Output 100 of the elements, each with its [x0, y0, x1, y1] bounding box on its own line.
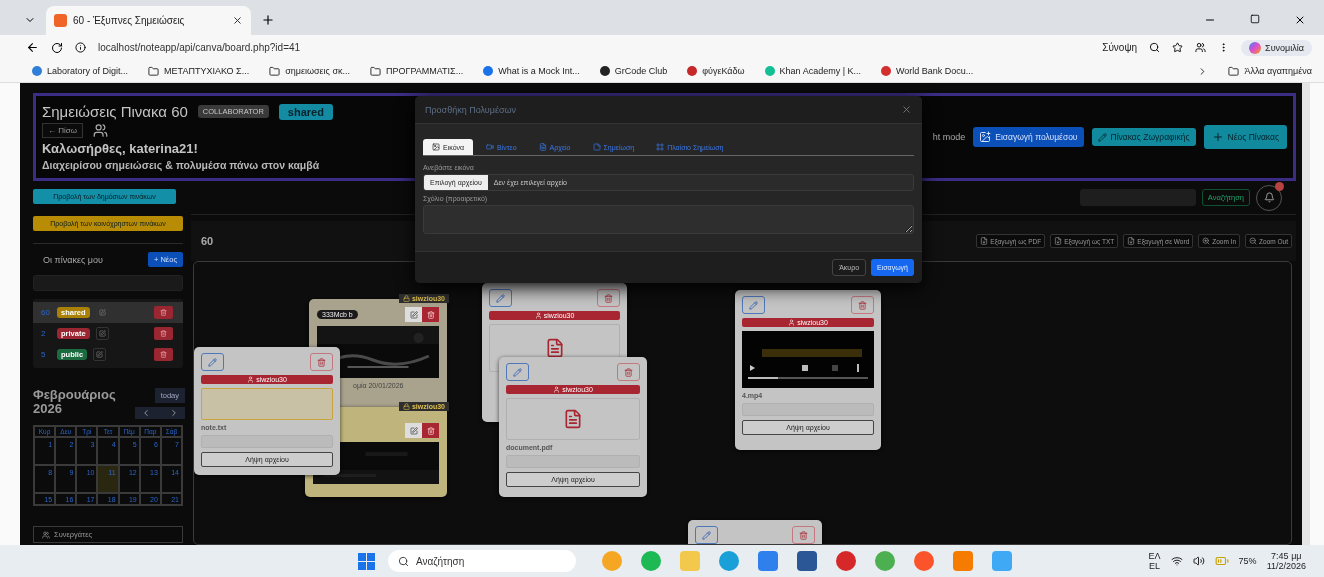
lock-icon	[402, 403, 410, 410]
user-icon	[247, 376, 255, 383]
pdf-icon	[563, 409, 583, 429]
delete-button[interactable]	[851, 296, 874, 314]
start-icon[interactable]	[358, 552, 375, 570]
lock-icon	[402, 295, 410, 302]
edit-icon	[409, 310, 418, 319]
edit-button[interactable]	[95, 327, 109, 340]
delete-button[interactable]	[422, 307, 439, 322]
edit-button[interactable]	[742, 296, 765, 314]
board-title: Σημειώσεις Πινακα 60	[42, 103, 188, 120]
bookmark[interactable]: What is a Mock Int...	[483, 66, 580, 76]
new-tab-icon[interactable]	[261, 13, 275, 27]
edit-button[interactable]	[405, 423, 422, 438]
language-indicator[interactable]: ΕΛ EL	[1148, 550, 1161, 572]
back-icon[interactable]	[26, 41, 39, 54]
bookmark[interactable]: World Bank Docu...	[881, 66, 974, 76]
header-button[interactable]: Πίνακας Ζωγραφικής	[1091, 128, 1196, 146]
folder-icon	[369, 65, 381, 77]
battery-icon[interactable]	[1214, 554, 1229, 568]
star-icon[interactable]	[1172, 42, 1184, 53]
pencil-icon	[513, 367, 522, 377]
header-button[interactable]: Νέος Πίνακας	[1203, 125, 1287, 149]
app-icon[interactable]	[797, 551, 817, 571]
edit-button[interactable]	[489, 289, 512, 307]
app-icon[interactable]	[836, 551, 856, 571]
reload-icon[interactable]	[51, 41, 63, 54]
folder-icon	[269, 65, 281, 77]
edit-button[interactable]	[695, 526, 718, 544]
edit-button[interactable]	[201, 353, 224, 371]
bookmark[interactable]: GrCode Club	[599, 66, 668, 76]
comment-field[interactable]	[423, 205, 914, 234]
user-icon	[788, 319, 796, 326]
back-button[interactable]: ← Πίσω	[42, 123, 83, 138]
edit-button[interactable]	[506, 363, 529, 381]
image-icon	[432, 143, 440, 151]
app-icon[interactable]	[758, 551, 778, 571]
bookmark[interactable]: φύγεΚάδω	[687, 66, 745, 76]
weather-icon[interactable]	[602, 551, 622, 571]
trash-icon	[160, 351, 167, 358]
browser-icon[interactable]	[914, 551, 934, 571]
battery-text: 75%	[1238, 556, 1257, 566]
previous-icon[interactable]	[141, 408, 151, 418]
board-link[interactable]: 5	[41, 350, 51, 359]
volume-icon[interactable]	[1192, 555, 1205, 567]
delete-button[interactable]	[422, 423, 439, 438]
app-icon[interactable]	[641, 551, 661, 571]
delete-button[interactable]	[154, 327, 173, 340]
delete-button[interactable]	[617, 363, 640, 381]
bookmark[interactable]: Άλλα αγαπημένα	[1228, 65, 1312, 77]
summary-button[interactable]: Σύνοψη	[1102, 42, 1138, 53]
users-icon	[92, 123, 108, 138]
edit-icon	[96, 351, 104, 358]
delete-button[interactable]	[154, 348, 173, 361]
copilot-icon	[1249, 41, 1262, 54]
zoom-out-icon	[1249, 237, 1258, 245]
delete-button[interactable]	[597, 289, 620, 307]
browser-tab[interactable]: 60 - Έξυπνες Σημειώσεις	[46, 6, 251, 35]
folder-icon	[148, 65, 160, 77]
bookmark[interactable]: ΜΕΤΑΠΤΥΧΙΑΚΟ Σ...	[148, 65, 250, 77]
next-icon[interactable]	[169, 408, 179, 418]
board-link[interactable]: 2	[41, 329, 51, 338]
bookmark[interactable]: σημειωσεις σκ...	[269, 65, 350, 77]
delete-button[interactable]	[154, 306, 173, 319]
folder-icon	[1228, 65, 1240, 77]
file-icon	[538, 143, 547, 151]
search-icon[interactable]	[1149, 42, 1161, 53]
delete-button[interactable]	[310, 353, 333, 371]
profile-icon[interactable]	[1195, 42, 1207, 53]
bookmark[interactable]: Laboratory of Digit...	[32, 66, 129, 76]
trash-icon	[799, 530, 808, 540]
scrollbar[interactable]	[1302, 83, 1310, 545]
calendar-title: Φεβρουάριος 2026	[33, 388, 116, 419]
copilot-button[interactable]: Συνομιλία	[1241, 39, 1312, 56]
pencil-icon	[496, 293, 505, 303]
address-bar[interactable]: localhost/noteapp/api/canva/board.php?id=41	[98, 42, 301, 53]
taskbar-search[interactable]: Αναζήτηση	[388, 550, 576, 572]
close-icon[interactable]	[1294, 14, 1306, 26]
edit-button[interactable]	[93, 348, 107, 361]
maximize-icon[interactable]	[1250, 14, 1260, 24]
video-icon	[486, 143, 495, 151]
notification-badge	[1275, 181, 1284, 191]
image-icon	[979, 131, 992, 143]
header-button[interactable]: Εισαγωγή πολυμέσου	[973, 127, 1084, 147]
boards-heading: Οι πίνακες μου	[43, 254, 103, 265]
user-icon	[534, 312, 542, 319]
trash-icon	[624, 367, 633, 377]
bookmark[interactable]: Khan Academy | K...	[764, 66, 861, 76]
pencil-icon	[749, 300, 758, 310]
browser-icon[interactable]	[719, 551, 739, 571]
clock[interactable]: 7:45 μμ 11/2/2026	[1266, 550, 1306, 572]
trash-icon	[858, 300, 867, 310]
edit-button[interactable]	[405, 307, 422, 322]
browser-icon[interactable]	[875, 551, 895, 571]
wifi-icon[interactable]	[1170, 555, 1183, 567]
delete-button[interactable]	[792, 526, 815, 544]
app-icon[interactable]	[953, 551, 973, 571]
bookmark[interactable]: ΠΡΟΓΡΑΜΜΑΤΙΣ...	[369, 65, 464, 77]
close-icon[interactable]	[232, 15, 243, 26]
file-icon	[980, 237, 989, 245]
